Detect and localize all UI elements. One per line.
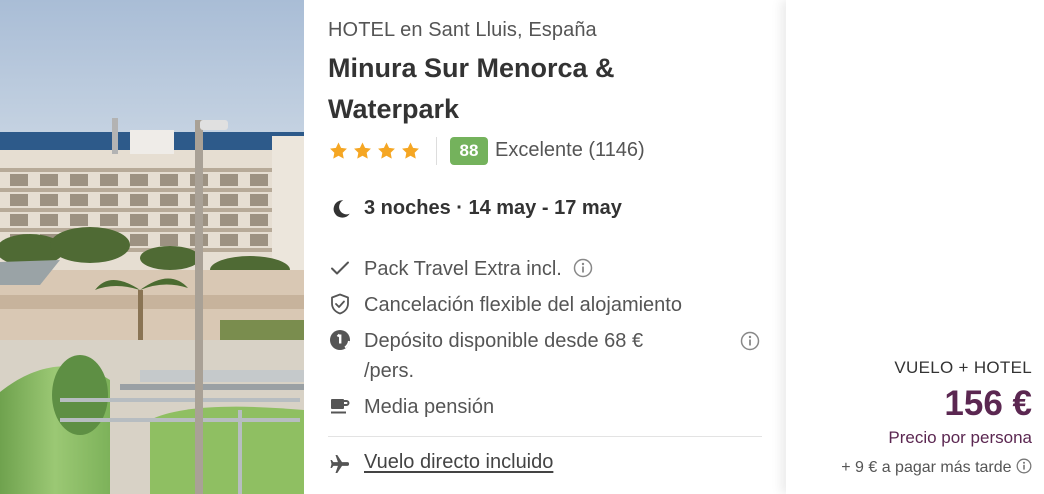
star-icon (402, 142, 419, 159)
hotel-info: HOTEL en Sant Lluis, España Minura Sur M… (328, 0, 768, 494)
hotel-photo[interactable] (0, 0, 304, 494)
info-icon[interactable] (1016, 458, 1032, 474)
hotel-photo-image (0, 0, 304, 494)
feature-text: Cancelación flexible del alojamiento (364, 294, 682, 316)
package-label: VUELO + HOTEL (894, 358, 1032, 377)
deposit-icon (330, 330, 350, 350)
score-text[interactable]: Excelente (1146) (495, 139, 645, 162)
price-amount: 156 € (944, 384, 1032, 423)
price-panel[interactable]: VUELO + HOTEL 156 € Precio por persona +… (786, 0, 1044, 494)
divider (328, 436, 762, 437)
info-icon[interactable] (740, 331, 760, 351)
direct-flight-link[interactable]: Vuelo directo incluido (364, 451, 553, 474)
star-icon (330, 142, 347, 159)
info-icon[interactable] (573, 258, 593, 278)
airplane-icon (330, 455, 349, 473)
shield-check-icon (331, 293, 349, 315)
feature-text: Depósito disponible desde 68 € (364, 330, 644, 352)
moon-icon (333, 200, 350, 218)
feature-text-cont: /pers. (364, 360, 415, 382)
star-rating (328, 141, 421, 161)
pay-later-text: + 9 € a pagar más tarde (841, 459, 1012, 476)
price-per-person: Precio por persona (888, 428, 1032, 447)
score-badge: 88 (450, 137, 488, 165)
rating-divider (436, 137, 437, 165)
flight-row: Vuelo directo incluido (328, 450, 768, 480)
pay-later-note: + 9 € a pagar más tarde (841, 458, 1032, 477)
feature-text: Pack Travel Extra incl. (364, 258, 562, 280)
star-icon (378, 142, 395, 159)
stay-dates: 3 noches · 14 may - 17 may (328, 196, 758, 224)
hotel-result-card[interactable]: HOTEL en Sant Lluis, España Minura Sur M… (0, 0, 1044, 494)
hotel-name[interactable]: Minura Sur Menorca & Waterpark (328, 48, 728, 130)
dates-text: 3 noches · 14 may - 17 may (364, 197, 622, 219)
rating-row: 88 Excelente (1146) (328, 136, 758, 166)
coffee-cup-icon (331, 399, 350, 414)
feature-deposit: Depósito disponible desde 68 € /pers. (328, 326, 768, 386)
hotel-location: HOTEL en Sant Lluis, España (328, 19, 597, 41)
checkmark-icon (331, 261, 349, 275)
feature-text: Media pensión (364, 396, 495, 418)
star-icon (354, 142, 371, 159)
